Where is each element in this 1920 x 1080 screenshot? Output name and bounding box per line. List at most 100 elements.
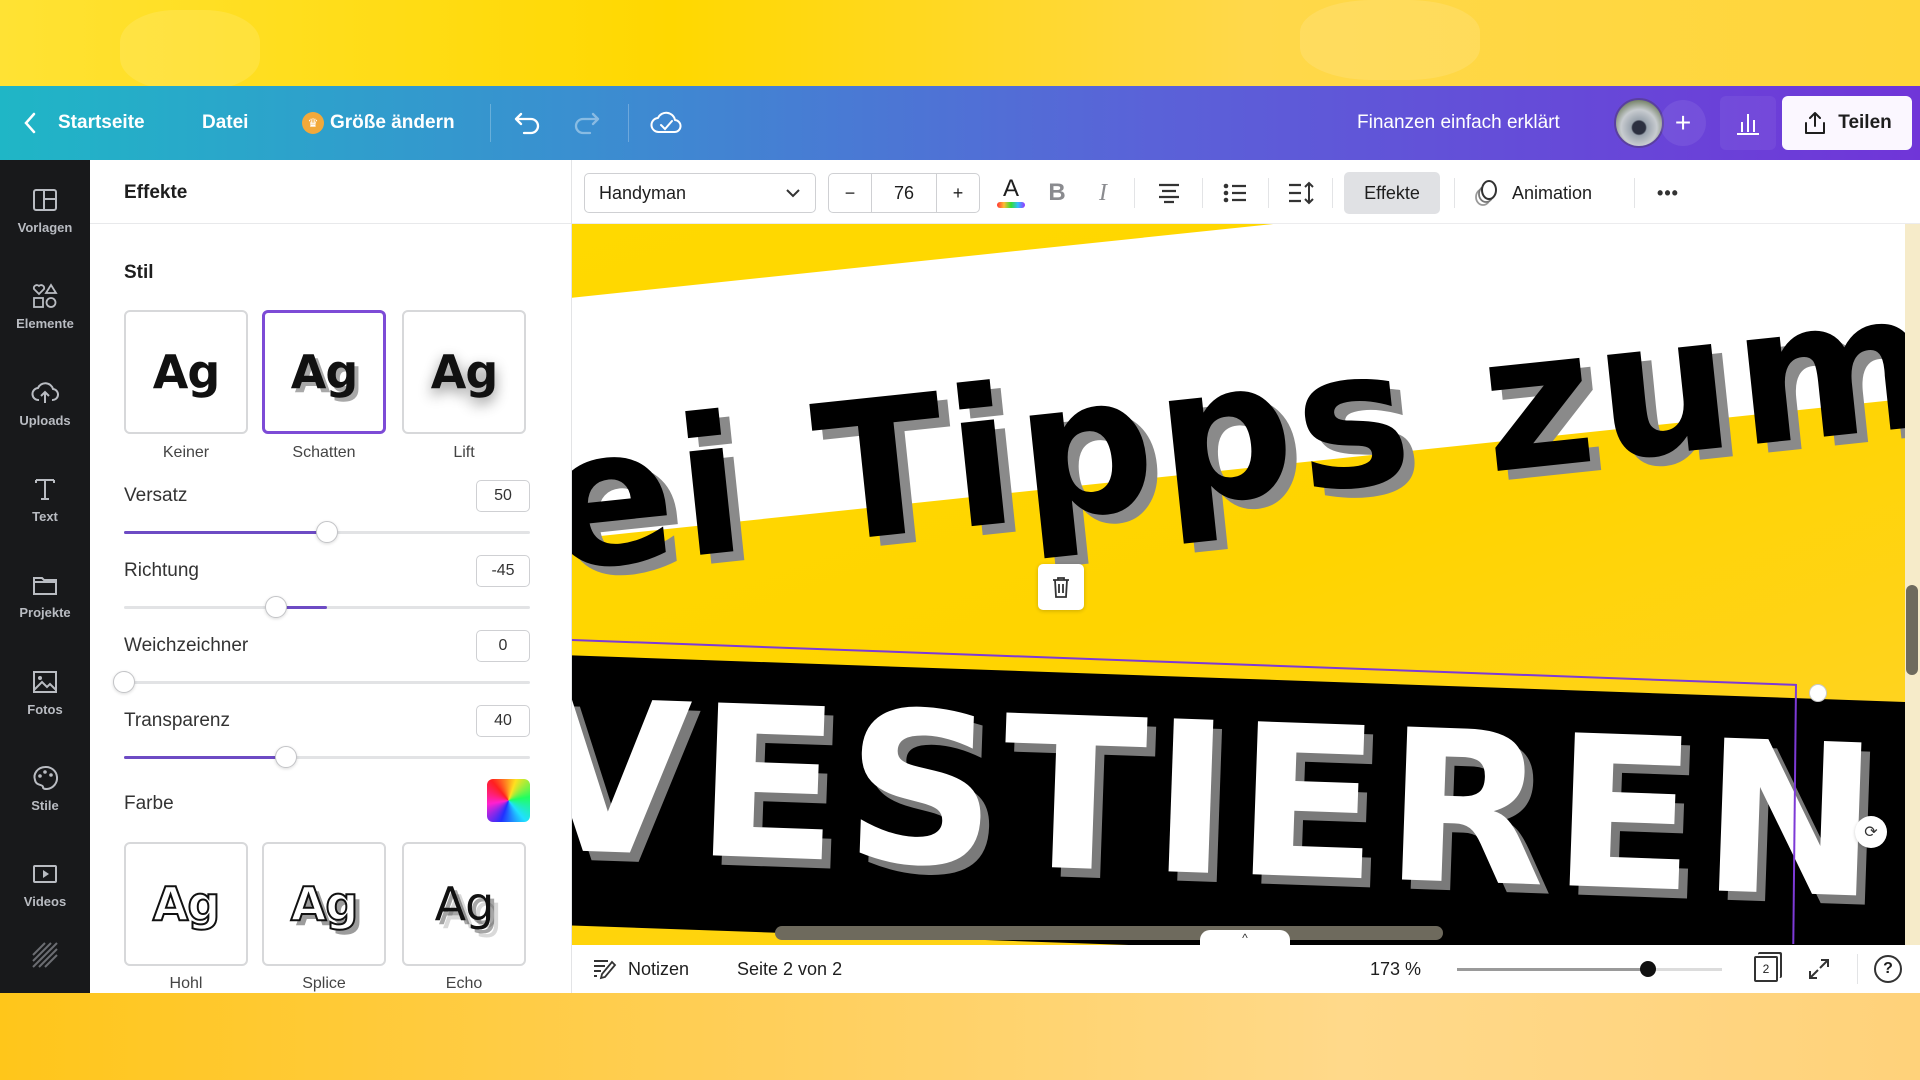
zoom-level[interactable]: 173 % (1370, 945, 1421, 993)
resize-handle[interactable] (1809, 684, 1827, 702)
page-count: 2 (1762, 962, 1770, 976)
headline-text-line2[interactable]: VESTIEREN (572, 654, 1888, 945)
text-color-button[interactable]: A (996, 174, 1026, 212)
rotate-handle[interactable]: ⟳ (1855, 816, 1887, 848)
horizontal-scrollbar[interactable] (775, 926, 1443, 940)
vertical-scrollbar[interactable] (1906, 585, 1918, 675)
rail-item-templates[interactable]: Vorlagen (0, 170, 90, 250)
rail-label: Stile (31, 797, 59, 813)
file-menu[interactable]: Datei (202, 86, 248, 160)
text-toolbar: Handyman − 76 + A B I Effekte Animation … (572, 160, 1920, 224)
slider-thumb[interactable] (265, 596, 288, 618)
zoom-slider-thumb[interactable] (1639, 961, 1656, 977)
video-icon (33, 864, 57, 883)
style-card-splice[interactable]: Ag (262, 842, 386, 966)
rail-item-videos[interactable]: Videos (0, 844, 90, 924)
increase-size-button[interactable]: + (937, 174, 979, 212)
effects-button[interactable]: Effekte (1344, 172, 1440, 214)
image-icon (33, 670, 57, 693)
add-collaborator-button[interactable]: + (1660, 100, 1706, 146)
save-status[interactable] (650, 86, 682, 160)
palette-icon (33, 765, 59, 790)
transparency-slider[interactable] (124, 746, 530, 768)
divider (1268, 178, 1269, 208)
insights-button[interactable] (1720, 96, 1776, 150)
rail-item-more[interactable] (0, 930, 90, 980)
style-preview: Ag (430, 345, 499, 399)
style-card-none[interactable]: Ag (124, 310, 248, 434)
side-rail: Vorlagen Elemente Uploads Text Projekte … (0, 160, 90, 993)
project-title[interactable]: Finanzen einfach erklärt (1357, 86, 1560, 160)
list-button[interactable] (1218, 174, 1252, 212)
help-glyph: ? (1883, 960, 1893, 977)
blur-slider[interactable] (113, 671, 530, 693)
back-button[interactable] (22, 86, 38, 160)
show-pages-button[interactable]: ^ (1200, 930, 1290, 946)
share-button[interactable]: Teilen (1782, 96, 1912, 150)
rail-item-projects[interactable]: Projekte (0, 555, 90, 635)
style-card-hollow[interactable]: Ag (124, 842, 248, 966)
delete-element-button[interactable] (1038, 564, 1084, 610)
rail-label: Text (32, 508, 58, 524)
avatar[interactable] (1614, 98, 1664, 148)
font-family-dropdown[interactable]: Handyman (584, 173, 816, 213)
cloud-check-icon (650, 111, 682, 133)
fullscreen-button[interactable] (1807, 945, 1831, 993)
style-label-echo: Echo (445, 975, 483, 992)
design-canvas[interactable]: ei Tipps zum VESTIEREN ⟳ (572, 224, 1905, 945)
style-card-shadow[interactable]: Ag (262, 310, 386, 434)
bottom-bar: Notizen Seite 2 von 2 173 % 2 ? (572, 945, 1920, 993)
more-options-button[interactable]: ••• (1650, 174, 1686, 212)
style-preview: Ag (290, 345, 359, 399)
resize-button[interactable]: ♛ Größe ändern (302, 86, 455, 160)
slider-thumb[interactable] (113, 671, 135, 693)
spacing-button[interactable] (1284, 174, 1318, 212)
offset-input[interactable]: 50 (476, 480, 530, 512)
rotate-icon: ⟳ (1864, 824, 1878, 841)
slider-thumb[interactable] (275, 746, 298, 768)
blur-label: Weichzeichner (124, 635, 249, 656)
animation-label: Animation (1512, 182, 1593, 203)
rail-item-elements[interactable]: Elemente (0, 266, 90, 346)
undo-button[interactable] (512, 86, 542, 160)
plus-icon: + (1674, 107, 1692, 138)
help-button[interactable]: ? (1874, 945, 1902, 993)
divider (628, 104, 629, 142)
direction-input[interactable]: -45 (476, 555, 530, 587)
animation-button[interactable]: Animation (1472, 172, 1592, 214)
rail-item-uploads[interactable]: Uploads (0, 363, 90, 443)
slider-thumb[interactable] (316, 521, 338, 543)
undo-icon (514, 112, 540, 135)
elements-icon (32, 282, 58, 308)
home-link[interactable]: Startseite (58, 86, 145, 160)
pages-grid-button[interactable]: 2 (1754, 945, 1778, 993)
divider (490, 104, 491, 142)
rail-item-text[interactable]: Text (0, 459, 90, 539)
blur-input[interactable]: 0 (476, 630, 530, 662)
style-label-none: Keiner (162, 444, 210, 461)
offset-slider[interactable] (124, 521, 530, 543)
effects-panel: Effekte Stil Ag Ag Ag Keiner Schatten Li… (90, 160, 572, 993)
decrease-size-button[interactable]: − (829, 174, 871, 212)
style-card-echo[interactable]: Ag (402, 842, 526, 966)
rail-item-styles[interactable]: Stile (0, 748, 90, 828)
color-picker-swatch[interactable] (487, 779, 530, 822)
style-preview: Ag (290, 876, 360, 932)
redo-button[interactable] (572, 86, 602, 160)
style-label-hollow: Hohl (169, 975, 203, 992)
folder-icon (33, 576, 57, 595)
divider (1202, 178, 1203, 208)
background-decoration (1300, 0, 1480, 80)
font-size-input[interactable]: 76 (871, 174, 937, 212)
direction-slider[interactable] (124, 596, 530, 618)
transparency-input[interactable]: 40 (476, 705, 530, 737)
rail-item-photos[interactable]: Fotos (0, 652, 90, 732)
zoom-slider[interactable] (1457, 961, 1722, 977)
italic-button[interactable]: I (1088, 174, 1118, 212)
bold-button[interactable]: B (1042, 174, 1072, 212)
style-card-lift[interactable]: Ag (402, 310, 526, 434)
align-button[interactable] (1152, 174, 1186, 212)
trash-icon (1053, 577, 1069, 598)
notes-button[interactable]: Notizen (592, 945, 689, 993)
font-size-stepper: − 76 + (828, 173, 980, 213)
